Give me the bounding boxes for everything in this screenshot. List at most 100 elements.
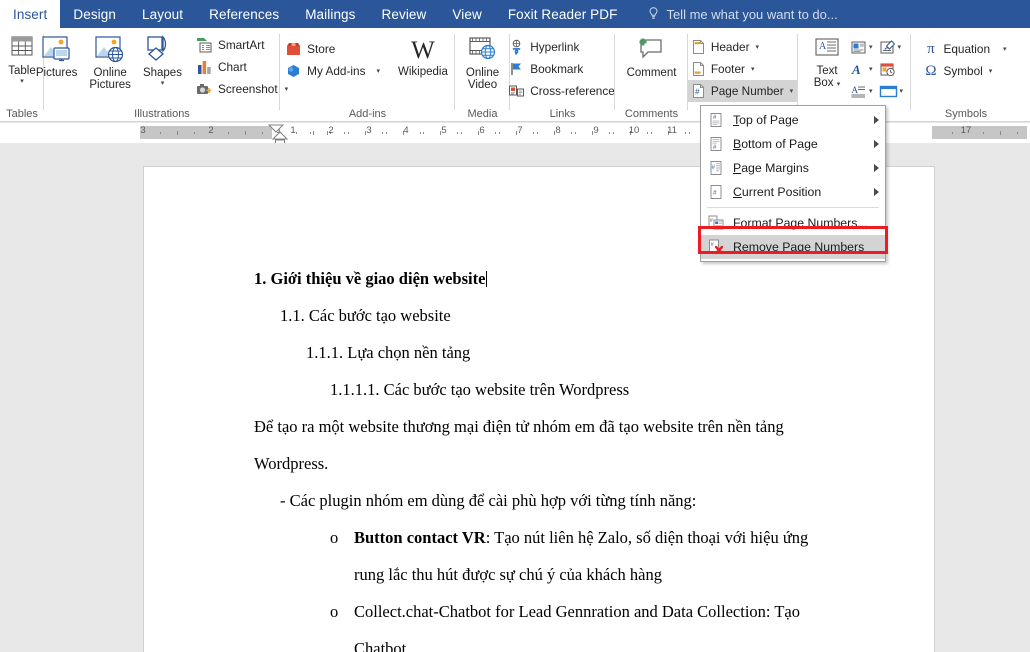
pictures-button-label: Pictures (36, 67, 78, 79)
header-button[interactable]: Header ▾ (688, 36, 798, 58)
pictures-button[interactable]: Pictures (31, 32, 83, 79)
tab-references[interactable]: References (196, 0, 292, 28)
object-icon[interactable] (879, 84, 898, 99)
tab-foxit-reader-pdf[interactable]: Foxit Reader PDF (495, 0, 631, 28)
bookmark-button[interactable]: Bookmark (505, 58, 620, 80)
tab-insert[interactable]: Insert (0, 0, 60, 28)
online-pictures-button[interactable]: Online Pictures (84, 32, 136, 92)
tell-me-search[interactable]: Tell me what you want to do... (630, 0, 837, 28)
bookmark-icon (508, 61, 525, 77)
ribbon-tab-bar: Insert Design Layout References Mailings… (0, 0, 1030, 28)
ribbon-group-addins: Store My Add-ins ▾ W Wikipedia Add-ins (280, 28, 455, 122)
shapes-button[interactable]: Shapes ▾ (138, 32, 187, 87)
page-margins-icon: # (705, 160, 727, 176)
menu-item-format-page-numbers[interactable]: # Format Page Numbers... (701, 211, 885, 235)
chart-button[interactable]: Chart (193, 56, 293, 78)
equation-button[interactable]: π Equation ▾ (920, 38, 1011, 60)
signature-line-icon[interactable] (879, 40, 896, 55)
menu-item-top-of-page[interactable]: # Top of Page (701, 108, 885, 132)
menu-item-page-margins[interactable]: # Page Margins (701, 156, 885, 180)
bookmark-button-label: Bookmark (530, 62, 583, 76)
wordart-icon[interactable]: A (850, 62, 867, 77)
hyperlink-button[interactable]: Hyperlink (505, 36, 620, 58)
chart-button-label: Chart (218, 60, 247, 74)
bullet-glyph: o (330, 530, 354, 547)
svg-text:A: A (851, 85, 858, 95)
doc-heading-1: 1. Giới thiệu về giao diện website (254, 271, 487, 288)
menu-item-label: Remove Page Numbers (727, 240, 879, 254)
store-button[interactable]: Store (282, 38, 385, 60)
header-button-label: Header (711, 40, 750, 54)
drop-cap-icon[interactable]: A (850, 84, 867, 99)
hanging-indent-marker[interactable] (271, 131, 289, 143)
hyperlink-button-label: Hyperlink (530, 40, 579, 54)
cross-reference-button[interactable]: Cross-reference (505, 80, 620, 102)
symbol-button-label: Symbol (943, 64, 982, 78)
date-time-icon[interactable] (879, 62, 896, 77)
my-addins-button[interactable]: My Add-ins ▾ (282, 60, 385, 82)
lightbulb-icon (648, 7, 659, 22)
page-number-dropdown-menu[interactable]: # Top of Page # Bottom of Page # Page Ma… (700, 105, 886, 262)
chevron-down-icon[interactable]: ▾ (898, 44, 902, 51)
chevron-down-icon: ▾ (161, 80, 165, 87)
ribbon-group-media: Online Video Media (455, 28, 510, 122)
ruler-number: 5 (441, 125, 446, 136)
chevron-down-icon[interactable]: ▾ (869, 88, 873, 95)
footer-button-label: Footer (711, 62, 745, 76)
symbol-button[interactable]: Ω Symbol ▾ (920, 60, 1011, 82)
tab-view[interactable]: View (439, 0, 494, 28)
text-box-icon: A (812, 37, 842, 63)
chevron-down-icon[interactable]: ▾ (900, 88, 904, 95)
doc-bullet-item-2: oCollect.chat-Chatbot for Lead Gennratio… (330, 604, 875, 621)
tab-layout[interactable]: Layout (129, 0, 196, 28)
hyperlink-icon (508, 39, 525, 55)
ruler-number: 3 (366, 125, 371, 136)
screenshot-icon (196, 81, 213, 97)
ribbon-group-symbols: π Equation ▾ Ω Symbol ▾ Symbols (911, 28, 1021, 122)
footer-button[interactable]: Footer ▾ (688, 58, 798, 80)
cross-reference-icon (508, 83, 525, 99)
ruler-number: 10 (629, 125, 640, 136)
page-number-button[interactable]: # Page Number ▾ (688, 80, 798, 102)
ruler-number: 4 (403, 125, 408, 136)
tab-review[interactable]: Review (369, 0, 440, 28)
doc-heading-1-1: 1.1. Các bước tạo website (280, 308, 451, 325)
comment-button[interactable]: Comment (622, 32, 682, 79)
chevron-down-icon[interactable]: ▾ (869, 66, 873, 73)
wikipedia-button[interactable]: W Wikipedia (393, 34, 453, 78)
menu-item-remove-page-numbers[interactable]: # Remove Page Numbers (701, 235, 885, 259)
ruler-number: 11 (667, 125, 677, 136)
doc-paragraph-line-2: Wordpress. (254, 456, 328, 473)
bottom-of-page-icon: # (705, 136, 727, 152)
doc-heading-1-1-1-1: 1.1.1.1. Các bước tạo website trên Wordp… (330, 382, 629, 399)
equation-button-label: Equation (943, 42, 990, 56)
page-number-icon: # (691, 83, 706, 99)
submenu-arrow-icon (874, 140, 879, 148)
menu-item-label: Top of Page (727, 113, 874, 127)
tab-mailings[interactable]: Mailings (292, 0, 368, 28)
tab-label: Insert (13, 7, 47, 22)
chevron-down-icon: ▾ (790, 88, 794, 95)
text-box-button-label2: Box ▾ (814, 77, 841, 89)
screenshot-button[interactable]: Screenshot ▾ (193, 78, 293, 100)
ribbon-group-illustrations: Pictures Online Pictures (44, 28, 280, 122)
svg-text:A: A (819, 41, 827, 52)
quick-parts-icon[interactable] (850, 40, 867, 55)
smartart-button[interactable]: SmartArt (193, 34, 293, 56)
tab-design[interactable]: Design (60, 0, 129, 28)
chevron-down-icon: ▾ (377, 68, 381, 75)
menu-item-bottom-of-page[interactable]: # Bottom of Page (701, 132, 885, 156)
online-pictures-button-label: Online (94, 67, 127, 79)
ruler-number: 2 (208, 125, 213, 136)
tell-me-label: Tell me what you want to do... (666, 7, 837, 22)
menu-item-label: Format Page Numbers... (727, 216, 879, 230)
group-label-illustrations: Illustrations (44, 108, 280, 120)
menu-item-label: Current Position (727, 185, 874, 199)
menu-item-current-position[interactable]: # Current Position (701, 180, 885, 204)
chevron-down-icon[interactable]: ▾ (869, 44, 873, 51)
group-label-links: Links (510, 108, 615, 120)
online-video-button-label2: Video (468, 79, 497, 91)
text-box-button[interactable]: A Text Box ▾ (806, 34, 848, 90)
online-video-button[interactable]: Online Video (459, 32, 507, 92)
ruler-number: 9 (593, 125, 598, 136)
